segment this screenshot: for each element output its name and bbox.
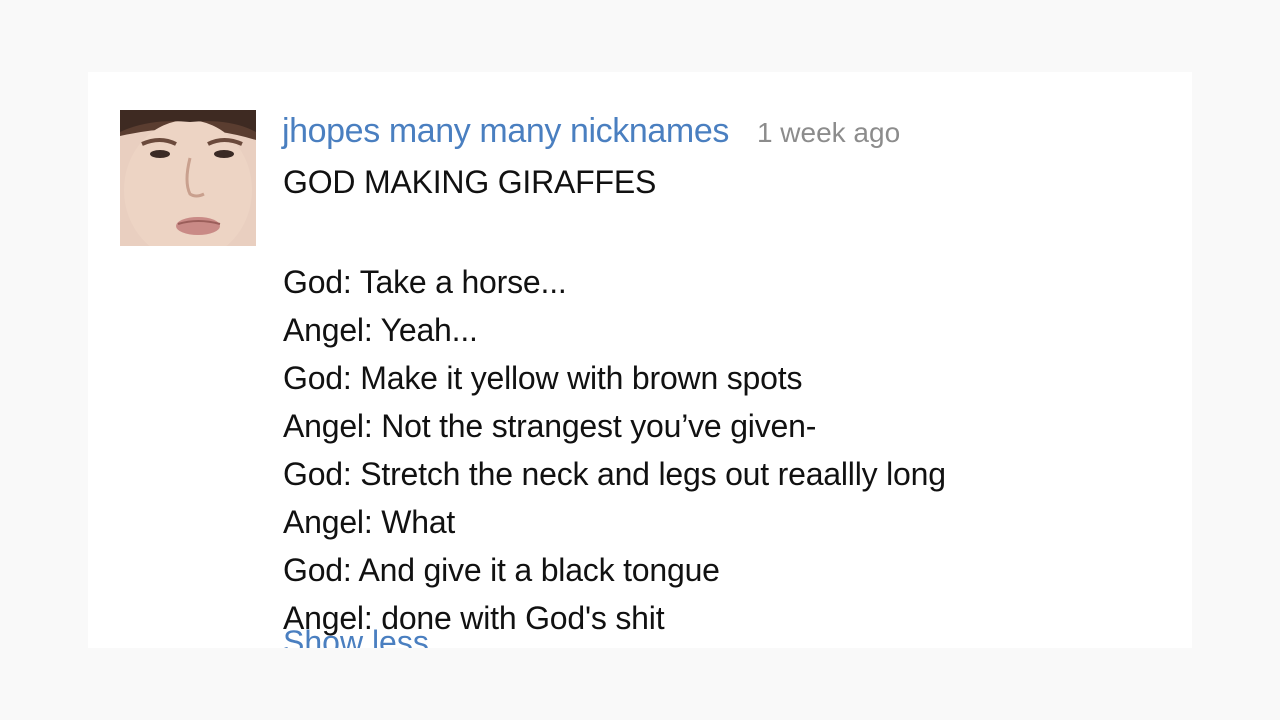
comment-body: God: Take a horse... Angel: Yeah... God:… bbox=[283, 258, 946, 642]
comment-line: God: Stretch the neck and legs out reaal… bbox=[283, 456, 946, 492]
comment-card: jhopes many many nicknames 1 week ago GO… bbox=[88, 72, 1192, 648]
author-name-link[interactable]: jhopes many many nicknames bbox=[282, 112, 729, 151]
comment-line: God: And give it a black tongue bbox=[283, 552, 720, 588]
show-less-link[interactable]: Show less bbox=[283, 624, 429, 648]
comment-timestamp[interactable]: 1 week ago bbox=[757, 117, 900, 149]
avatar[interactable] bbox=[120, 110, 256, 246]
comment-title: GOD MAKING GIRAFFES bbox=[283, 164, 657, 200]
avatar-photo-icon bbox=[120, 110, 256, 246]
comment-line: God: Take a horse... bbox=[283, 264, 567, 300]
comment-line: Angel: Not the strangest you’ve given- bbox=[283, 408, 817, 444]
comment-header: jhopes many many nicknames 1 week ago bbox=[282, 112, 900, 151]
comment-line: Angel: What bbox=[283, 504, 456, 540]
comment-line: Angel: Yeah... bbox=[283, 312, 478, 348]
comment-line: God: Make it yellow with brown spots bbox=[283, 360, 803, 396]
